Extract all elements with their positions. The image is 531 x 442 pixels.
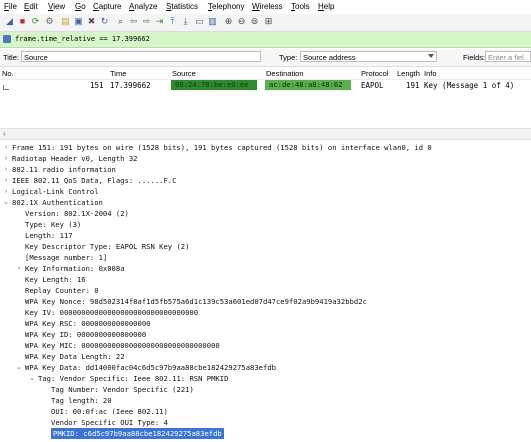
packet-info: Key (Message 1 of 4) (424, 81, 515, 90)
menu-edit[interactable]: Edit (24, 2, 38, 11)
resize-columns-icon[interactable]: ⊞ (263, 16, 274, 27)
packet-row[interactable]: 151 17.399662 00:24:78:be:e0:ee ac:de:48… (0, 80, 531, 90)
detail-line[interactable]: 802.11 radio information (12, 164, 116, 175)
detail-line[interactable]: WPA Key Data: dd14000fac04c6d5c97b9aa88c… (25, 362, 276, 373)
menu-go[interactable]: Go (75, 2, 86, 11)
detail-line[interactable]: Frame 151: 191 bytes on wire (1528 bits)… (12, 142, 432, 153)
collapse-arrow-icon[interactable]: ⌄ (2, 197, 10, 208)
packet-length: 191 (406, 81, 420, 90)
expand-arrow-icon[interactable]: › (2, 153, 10, 164)
menu-view[interactable]: View (48, 2, 65, 11)
detail-line[interactable]: WPA Key MIC: 000000000000000000000000000… (25, 340, 220, 351)
col-no[interactable]: No. (2, 69, 14, 78)
source-input[interactable]: Source (21, 51, 261, 62)
packet-no: 151 (90, 81, 104, 90)
detail-line[interactable]: Vendor Specific OUI Type: 4 (51, 417, 168, 428)
bookmark-icon[interactable] (3, 35, 11, 43)
goto-icon[interactable]: ⇥ (154, 16, 165, 27)
menu-tools[interactable]: Tools (291, 2, 310, 11)
type-select[interactable]: Source address (300, 51, 437, 62)
detail-line-selected[interactable]: PMKID: c6d5c97b9aa88cbe182429275a83efdb (51, 428, 224, 439)
close-file-icon[interactable]: ✖ (86, 16, 97, 27)
forward-icon[interactable]: ⇨ (141, 16, 152, 27)
detail-line[interactable]: Tag length: 20 (51, 395, 112, 406)
detail-line[interactable]: WPA Key Data Length: 22 (25, 351, 125, 362)
menu-telephony[interactable]: Telephony (208, 2, 244, 11)
expand-arrow-icon[interactable]: › (15, 263, 23, 274)
packet-destination: ac:de:48:a8:48:62 (265, 80, 351, 90)
reload-icon[interactable]: ↻ (99, 16, 110, 27)
detail-line[interactable]: OUI: 00:0f:ac (Ieee 802.11) (51, 406, 168, 417)
expand-arrow-icon[interactable]: › (2, 175, 10, 186)
last-icon[interactable]: ⤓ (180, 16, 191, 27)
detail-line[interactable]: Key IV: 00000000000000000000000000000000 (25, 307, 198, 318)
scroll-left-icon[interactable]: ‹ (3, 129, 6, 139)
first-icon[interactable]: ⤒ (167, 16, 178, 27)
detail-line[interactable]: Logical-Link Control (12, 186, 99, 197)
detail-line[interactable]: Tag Number: Vendor Specific (221) (51, 384, 194, 395)
type-label: Type: (279, 53, 298, 62)
col-protocol[interactable]: Protocol (361, 69, 389, 78)
detail-line[interactable]: IEEE 802.11 QoS Data, Flags: ......F.C (12, 175, 176, 186)
packet-list-header: No. Time Source Destination Protocol Len… (0, 68, 531, 80)
shark-fin-icon[interactable]: ◢ (4, 16, 15, 27)
packet-time: 17.399662 (110, 81, 151, 90)
detail-line[interactable]: Key Length: 16 (25, 274, 86, 285)
col-source[interactable]: Source (172, 69, 196, 78)
related-packet-icon (3, 85, 9, 90)
detail-line[interactable]: WPA Key Nonce: 98d502314f8af1d5fb575a6d1… (25, 296, 367, 307)
detail-line[interactable]: WPA Key ID: 0000000000000000 (25, 329, 146, 340)
packet-source: 00:24:78:be:e0:ee (171, 80, 257, 90)
open-icon[interactable]: ▤ (60, 16, 71, 27)
detail-line[interactable]: Radiotap Header v0, Length 32 (12, 153, 138, 164)
detail-line[interactable]: [Message number: 1] (25, 252, 107, 263)
menu-analyze[interactable]: Analyze (129, 2, 157, 11)
restart-icon[interactable]: ⟳ (30, 16, 41, 27)
display-filter-bar[interactable]: frame.time_relative == 17.399662 (0, 32, 531, 48)
horizontal-scrollbar[interactable]: ‹ (0, 128, 531, 140)
expand-arrow-icon[interactable]: › (2, 186, 10, 197)
packet-protocol: EAPOL (361, 81, 384, 90)
detail-line[interactable]: Tag: Vendor Specific: Ieee 802.11: RSN P… (38, 373, 228, 384)
fields-input[interactable]: Enter a fiel (485, 51, 531, 62)
col-time[interactable]: Time (110, 69, 126, 78)
detail-line[interactable]: WPA Key RSC: 0000000000000000 (25, 318, 151, 329)
col-length[interactable]: Length (397, 69, 420, 78)
detail-line[interactable]: Key Information: 0x008a (25, 263, 125, 274)
main-toolbar: ◢ ■ ⟳ ⚙ ▤ ▣ ✖ ↻ ⌕ ⇦ ⇨ ⇥ ⤒ ⤓ ▭ ▥ ⊕ ⊖ ⊜ ⊞ (0, 14, 531, 32)
detail-line[interactable]: Replay Counter: 0 (25, 285, 99, 296)
detail-line[interactable]: Key Descriptor Type: EAPOL RSN Key (2) (25, 241, 189, 252)
title-label: Title: (3, 53, 19, 62)
stop-icon[interactable]: ■ (17, 16, 28, 27)
menu-wireless[interactable]: Wireless (252, 2, 283, 11)
detail-line[interactable]: Length: 117 (25, 230, 73, 241)
zoom-out-icon[interactable]: ⊖ (236, 16, 247, 27)
fields-label: Fields: (463, 53, 486, 62)
expand-arrow-icon[interactable]: › (2, 164, 10, 175)
find-icon[interactable]: ⌕ (115, 16, 126, 27)
chevron-down-icon[interactable] (428, 54, 434, 58)
zoom-reset-icon[interactable]: ⊜ (249, 16, 260, 27)
colorize-icon[interactable]: ▥ (207, 16, 218, 27)
detail-line[interactable]: Version: 802.1X-2004 (2) (25, 208, 129, 219)
menu-file[interactable]: File (4, 2, 17, 11)
menu-statistics[interactable]: Statistics (166, 2, 198, 11)
collapse-arrow-icon[interactable]: ⌄ (28, 373, 36, 384)
col-info[interactable]: Info (424, 69, 437, 78)
menu-bar: File Edit View Go Capture Analyze Statis… (0, 0, 531, 14)
detail-line[interactable]: Type: Key (3) (25, 219, 81, 230)
save-icon[interactable]: ▣ (73, 16, 84, 27)
detail-line[interactable]: 802.1X Authentication (12, 197, 103, 208)
options-icon[interactable]: ⚙ (44, 16, 55, 27)
collapse-arrow-icon[interactable]: ⌄ (15, 362, 23, 373)
autoscroll-icon[interactable]: ▭ (194, 16, 205, 27)
display-filter-input[interactable]: frame.time_relative == 17.399662 (15, 35, 150, 43)
expand-arrow-icon[interactable]: › (2, 142, 10, 153)
col-destination[interactable]: Destination (266, 69, 304, 78)
menu-help[interactable]: Help (318, 2, 334, 11)
zoom-in-icon[interactable]: ⊕ (223, 16, 234, 27)
search-bar: Title: Source Type: Source address Field… (0, 49, 531, 67)
back-icon[interactable]: ⇦ (128, 16, 139, 27)
menu-capture[interactable]: Capture (93, 2, 121, 11)
